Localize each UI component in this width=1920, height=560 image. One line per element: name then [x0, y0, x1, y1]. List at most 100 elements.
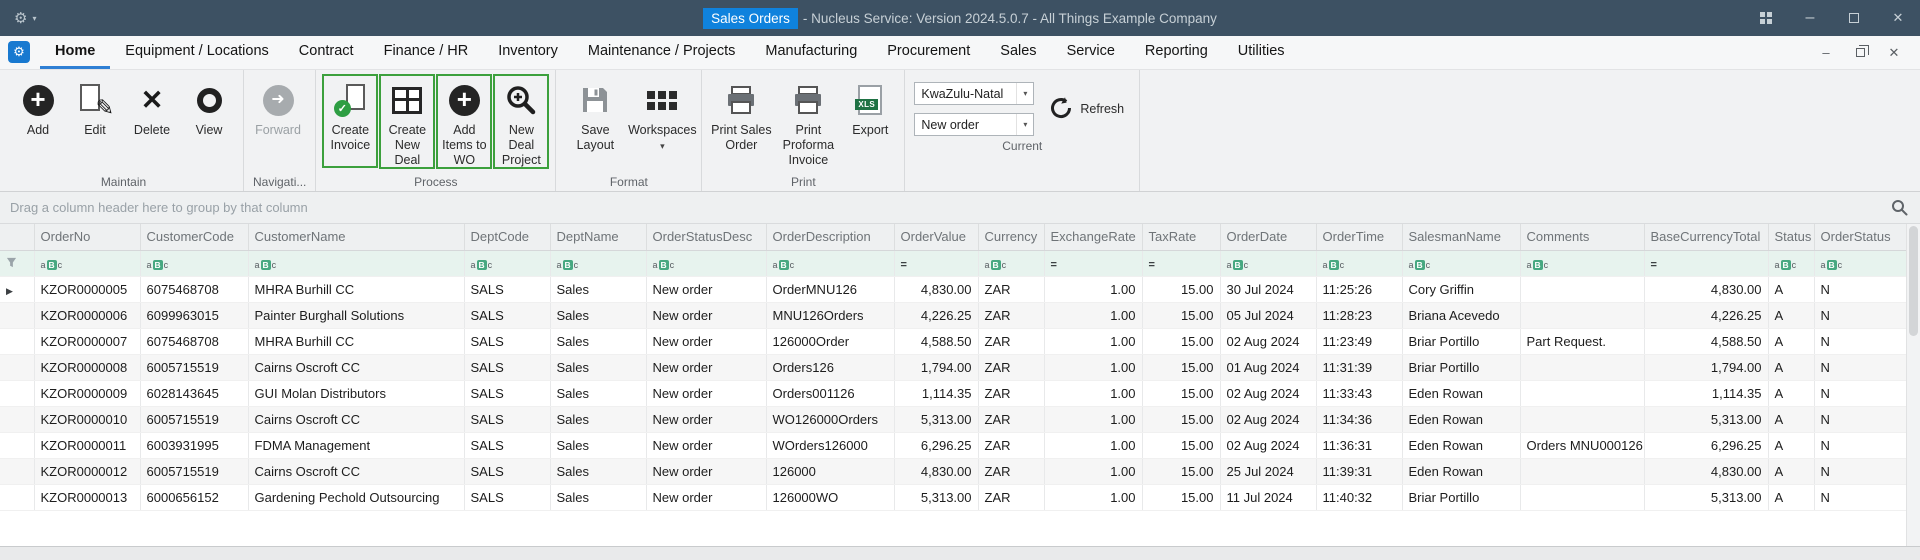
- row-selector[interactable]: [0, 380, 35, 407]
- cell-customername[interactable]: Cairns Oscroft CC: [248, 458, 465, 485]
- cell-orderdescription[interactable]: MNU126Orders: [766, 302, 895, 329]
- column-header-status[interactable]: Status: [1768, 224, 1815, 251]
- order-row-KZOR0000010[interactable]: KZOR0000010 6005715519 Cairns Oscroft CC SA…: [0, 406, 1907, 433]
- cell-basecurrencytotal[interactable]: 4,588.50: [1644, 328, 1769, 355]
- column-header-orderdescription[interactable]: OrderDescription: [766, 224, 895, 251]
- cell-comments[interactable]: [1520, 484, 1645, 511]
- column-header-exchangerate[interactable]: ExchangeRate: [1044, 224, 1143, 251]
- cell-salesmanname[interactable]: Briar Portillo: [1402, 484, 1521, 511]
- filter-funnel-icon[interactable]: [0, 250, 35, 277]
- cell-deptcode[interactable]: SALS: [464, 276, 551, 303]
- filter-cell-currency[interactable]: aBc: [978, 250, 1045, 277]
- app-logo-icon[interactable]: [8, 41, 30, 63]
- column-header-orderstatusdesc[interactable]: OrderStatusDesc: [646, 224, 767, 251]
- column-header-basecurrencytotal[interactable]: BaseCurrencyTotal: [1644, 224, 1769, 251]
- window-minimize-button[interactable]: [1788, 0, 1832, 36]
- filter-cell-customercode[interactable]: aBc: [140, 250, 249, 277]
- column-header-comments[interactable]: Comments: [1520, 224, 1645, 251]
- cell-orderstatusdesc[interactable]: New order: [646, 432, 767, 459]
- cell-deptcode[interactable]: SALS: [464, 484, 551, 511]
- cell-orderdate[interactable]: 02 Aug 2024: [1220, 406, 1317, 433]
- cell-orderdescription[interactable]: 126000WO: [766, 484, 895, 511]
- group-by-panel[interactable]: Drag a column header here to group by th…: [0, 192, 1920, 224]
- cell-deptname[interactable]: Sales: [550, 406, 647, 433]
- order-row-KZOR0000013[interactable]: KZOR0000013 6000656152 Gardening Pechold O…: [0, 484, 1907, 511]
- cell-basecurrencytotal[interactable]: 4,226.25: [1644, 302, 1769, 329]
- column-header-orderno[interactable]: OrderNo: [34, 224, 141, 251]
- cell-status[interactable]: A: [1768, 328, 1815, 355]
- cell-customername[interactable]: GUI Molan Distributors: [248, 380, 465, 407]
- filter-cell-orderstatusdesc[interactable]: aBc: [646, 250, 767, 277]
- filter-cell-customername[interactable]: aBc: [248, 250, 465, 277]
- cell-salesmanname[interactable]: Briar Portillo: [1402, 354, 1521, 381]
- cell-salesmanname[interactable]: Eden Rowan: [1402, 432, 1521, 459]
- tab-equipment-locations[interactable]: Equipment / Locations: [110, 36, 283, 69]
- cell-orderstatusdesc[interactable]: New order: [646, 276, 767, 303]
- column-header-customername[interactable]: CustomerName: [248, 224, 465, 251]
- cell-exchangerate[interactable]: 1.00: [1044, 458, 1143, 485]
- cell-orderdescription[interactable]: Orders001126: [766, 380, 895, 407]
- row-selector[interactable]: [0, 302, 35, 329]
- cell-ordertime[interactable]: 11:36:31: [1316, 432, 1403, 459]
- cell-orderstatus[interactable]: N: [1814, 432, 1907, 459]
- inner-close-button[interactable]: ✕: [1878, 41, 1910, 65]
- cell-deptname[interactable]: Sales: [550, 432, 647, 459]
- row-selector[interactable]: [0, 432, 35, 459]
- cell-taxrate[interactable]: 15.00: [1142, 458, 1221, 485]
- cell-ordertime[interactable]: 11:33:43: [1316, 380, 1403, 407]
- cell-orderdate[interactable]: 05 Jul 2024: [1220, 302, 1317, 329]
- order-row-KZOR0000012[interactable]: KZOR0000012 6005715519 Cairns Oscroft CC SA…: [0, 458, 1907, 485]
- order-row-KZOR0000006[interactable]: KZOR0000006 6099963015 Painter Burghall So…: [0, 302, 1907, 329]
- create-new-deal-button[interactable]: Create New Deal: [379, 74, 436, 170]
- cell-customername[interactable]: Cairns Oscroft CC: [248, 354, 465, 381]
- cell-ordertime[interactable]: 11:31:39: [1316, 354, 1403, 381]
- cell-taxrate[interactable]: 15.00: [1142, 302, 1221, 329]
- cell-status[interactable]: A: [1768, 380, 1815, 407]
- cell-orderdescription[interactable]: Orders126: [766, 354, 895, 381]
- cell-currency[interactable]: ZAR: [978, 406, 1045, 433]
- cell-orderdate[interactable]: 11 Jul 2024: [1220, 484, 1317, 511]
- cell-status[interactable]: A: [1768, 302, 1815, 329]
- cell-customername[interactable]: Painter Burghall Solutions: [248, 302, 465, 329]
- cell-orderstatusdesc[interactable]: New order: [646, 458, 767, 485]
- cell-deptcode[interactable]: SALS: [464, 354, 551, 381]
- cell-exchangerate[interactable]: 1.00: [1044, 406, 1143, 433]
- tab-sales[interactable]: Sales: [985, 36, 1051, 69]
- cell-deptname[interactable]: Sales: [550, 458, 647, 485]
- column-header-deptcode[interactable]: DeptCode: [464, 224, 551, 251]
- cell-ordertime[interactable]: 11:39:31: [1316, 458, 1403, 485]
- row-selector[interactable]: [0, 354, 35, 381]
- cell-deptcode[interactable]: SALS: [464, 406, 551, 433]
- cell-status[interactable]: A: [1768, 458, 1815, 485]
- cell-ordertime[interactable]: 11:40:32: [1316, 484, 1403, 511]
- cell-orderdate[interactable]: 30 Jul 2024: [1220, 276, 1317, 303]
- cell-ordertime[interactable]: 11:25:26: [1316, 276, 1403, 303]
- filter-cell-comments[interactable]: aBc: [1520, 250, 1645, 277]
- cell-orderstatus[interactable]: N: [1814, 276, 1907, 303]
- cell-deptcode[interactable]: SALS: [464, 328, 551, 355]
- scrollbar-thumb[interactable]: [1909, 226, 1918, 336]
- column-header-taxrate[interactable]: TaxRate: [1142, 224, 1221, 251]
- inner-minimize-button[interactable]: –: [1810, 41, 1842, 65]
- filter-cell-exchangerate[interactable]: =: [1044, 250, 1143, 277]
- cell-status[interactable]: A: [1768, 484, 1815, 511]
- filter-cell-ordertime[interactable]: aBc: [1316, 250, 1403, 277]
- cell-orderstatusdesc[interactable]: New order: [646, 380, 767, 407]
- cell-salesmanname[interactable]: Cory Griffin: [1402, 276, 1521, 303]
- cell-customercode[interactable]: 6099963015: [140, 302, 249, 329]
- delete-button[interactable]: Delete: [124, 74, 180, 168]
- cell-orderstatus[interactable]: N: [1814, 406, 1907, 433]
- add-button[interactable]: Add: [10, 74, 66, 168]
- tab-contract[interactable]: Contract: [284, 36, 369, 69]
- export-button[interactable]: XLS Export: [842, 74, 898, 168]
- tab-reporting[interactable]: Reporting: [1130, 36, 1223, 69]
- cell-orderdate[interactable]: 02 Aug 2024: [1220, 328, 1317, 355]
- cell-currency[interactable]: ZAR: [978, 380, 1045, 407]
- column-header-ordervalue[interactable]: OrderValue: [894, 224, 979, 251]
- cell-salesmanname[interactable]: Briar Portillo: [1402, 328, 1521, 355]
- cell-exchangerate[interactable]: 1.00: [1044, 276, 1143, 303]
- cell-orderstatus[interactable]: N: [1814, 458, 1907, 485]
- cell-orderno[interactable]: KZOR0000012: [34, 458, 141, 485]
- cell-customercode[interactable]: 6000656152: [140, 484, 249, 511]
- row-selector[interactable]: [0, 406, 35, 433]
